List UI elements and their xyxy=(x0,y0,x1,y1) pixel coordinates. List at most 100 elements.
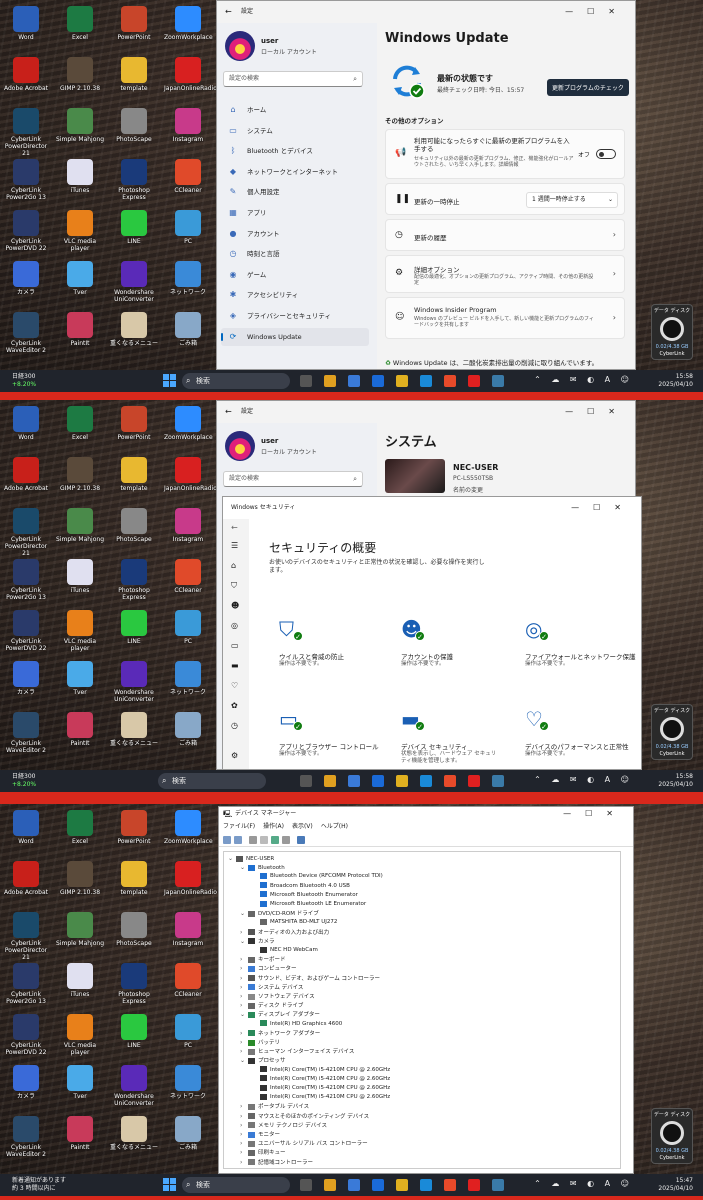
taskbar-app-icon[interactable] xyxy=(348,375,360,387)
expand-chevron-icon[interactable]: › xyxy=(240,1102,248,1111)
tree-node[interactable]: › ディスク ドライブ xyxy=(240,1001,303,1010)
desktop-icon[interactable]: VLC media player xyxy=(56,1012,104,1062)
tree-node[interactable]: ⌄ DVD/CD-ROM ドライブ xyxy=(240,909,319,918)
window-controls[interactable]: —☐✕ xyxy=(563,807,627,821)
tree-node[interactable]: › ソフトウェア デバイス xyxy=(240,992,315,1001)
expand-chevron-icon[interactable]: › xyxy=(240,974,248,983)
expand-chevron-icon[interactable]: ⌄ xyxy=(228,854,236,863)
tree-node[interactable]: MATSHITA BD-MLT UJ272 xyxy=(252,918,337,927)
scan-icon[interactable] xyxy=(297,836,305,844)
taskbar-search[interactable]: ⌕ 検索 xyxy=(182,1177,290,1193)
taskbar-app-icon[interactable] xyxy=(420,375,432,387)
taskbar-app-icon[interactable] xyxy=(372,375,384,387)
tree-node[interactable]: ⌄ カメラ xyxy=(240,937,275,946)
desktop-icon[interactable]: Word xyxy=(2,808,50,858)
sidebar-item[interactable]: ◷ 時刻と言語 xyxy=(221,245,369,263)
desktop-icon[interactable]: PaintIt xyxy=(56,710,104,760)
taskbar-app-icon[interactable] xyxy=(300,775,312,787)
desktop-icon[interactable]: Simple Mahjong xyxy=(56,910,104,960)
tree-node[interactable]: Intel(R) Core(TM) i5-4210M CPU @ 2.60GHz xyxy=(252,1075,390,1084)
desktop-icon[interactable]: PC xyxy=(164,608,212,658)
tree-node[interactable]: › 記憶域コントローラー xyxy=(240,1158,313,1167)
desktop-icon[interactable]: PhotoScape xyxy=(110,910,158,960)
desktop-icon[interactable]: GIMP 2.10.38 xyxy=(56,859,104,909)
taskbar-app-icon[interactable] xyxy=(324,775,336,787)
menu-item[interactable]: ファイル(F) xyxy=(223,823,255,830)
desktop-icon[interactable]: ネットワーク xyxy=(164,1063,212,1113)
desktop-icon[interactable]: 重くなるメニュー xyxy=(110,1114,158,1164)
desktop-icon[interactable]: iTunes xyxy=(56,557,104,607)
taskbar-app-icon[interactable] xyxy=(444,1179,456,1191)
expand-chevron-icon[interactable]: › xyxy=(240,992,248,1001)
desktop-icon[interactable]: Photoshop Express xyxy=(110,157,158,207)
tile-title[interactable]: デバイスのパフォーマンスと正常性 xyxy=(525,741,629,751)
desktop-icon[interactable]: template xyxy=(110,455,158,505)
settings-search-input[interactable]: 設定の検索 ⌕ xyxy=(223,71,363,87)
window-controls[interactable]: —☐✕ xyxy=(565,401,629,423)
desktop-icon[interactable]: Wondershare UniConverter xyxy=(110,259,158,309)
laptop-icon[interactable]: ▬ xyxy=(231,661,239,670)
desktop-icon[interactable]: Photoshop Express xyxy=(110,557,158,607)
expand-chevron-icon[interactable]: ⌄ xyxy=(240,1010,248,1019)
desktop-icon[interactable]: ZoomWorkplace xyxy=(164,808,213,858)
sidebar-item[interactable]: ● アカウント xyxy=(221,225,369,243)
expand-chevron-icon[interactable]: › xyxy=(240,1158,248,1167)
back-arrow-icon[interactable]: ← xyxy=(225,1,232,23)
desktop-icon[interactable]: CyberLink PowerDirector 21 xyxy=(2,910,50,961)
desktop-icon[interactable]: template xyxy=(110,859,158,909)
desktop-icon[interactable]: Simple Mahjong xyxy=(56,106,104,156)
desktop-icon[interactable]: PC xyxy=(164,208,212,258)
taskbar-app-icon[interactable] xyxy=(372,775,384,787)
family-icon[interactable]: ✿ xyxy=(231,701,238,710)
desktop-icon[interactable]: CyberLink PowerDirector 21 xyxy=(2,106,50,157)
desktop-icon[interactable]: Word xyxy=(2,404,50,454)
tree-node[interactable]: Intel(R) HD Graphics 4600 xyxy=(252,1020,342,1029)
desktop-icon[interactable]: PhotoScape xyxy=(110,506,158,556)
clock[interactable]: 15:47 2025/04/10 xyxy=(658,1177,693,1193)
sidebar-item[interactable]: ◆ ネットワークとインターネット xyxy=(221,163,369,181)
taskbar-search[interactable]: ⌕ 検索 xyxy=(182,373,290,389)
menu-item[interactable]: 操作(A) xyxy=(263,823,284,830)
desktop-icon[interactable]: Instagram xyxy=(164,506,212,556)
person-icon[interactable]: ☻ xyxy=(231,601,239,610)
rename-link[interactable]: 名前の変更 xyxy=(453,485,483,494)
tile-title[interactable]: ファイアウォールとネットワーク保護 xyxy=(525,651,636,661)
desktop-icon[interactable]: GIMP 2.10.38 xyxy=(56,55,104,105)
back-arrow-icon[interactable]: ← xyxy=(231,523,238,532)
desktop-icon[interactable]: Instagram xyxy=(164,106,212,156)
expand-chevron-icon[interactable]: › xyxy=(240,1038,248,1047)
taskbar-app-icon[interactable] xyxy=(444,375,456,387)
history-icon[interactable]: ◷ xyxy=(231,721,238,730)
taskbar-app-icon[interactable] xyxy=(300,1179,312,1191)
start-button[interactable] xyxy=(163,374,176,387)
system-tray[interactable]: ⌃ ☁ ✉ ◐ A ☺ xyxy=(534,375,633,384)
expand-chevron-icon[interactable]: ⌄ xyxy=(240,863,248,872)
notification-widget[interactable]: 新着通知があります約 3 時間以内に xyxy=(12,1177,66,1193)
sidebar-item[interactable]: ◈ プライバシーとセキュリティ xyxy=(221,307,369,325)
taskbar-app-icon[interactable] xyxy=(300,375,312,387)
taskbar-app-icon[interactable] xyxy=(420,1179,432,1191)
desktop-icon[interactable]: ごみ箱 xyxy=(164,1114,212,1164)
expand-chevron-icon[interactable]: ⌄ xyxy=(240,937,248,946)
window-controls[interactable]: —☐✕ xyxy=(565,1,629,23)
desktop-icon[interactable]: Adobe Acrobat xyxy=(2,55,50,105)
view-icon[interactable] xyxy=(260,836,268,844)
system-tray[interactable]: ⌃ ☁ ✉ ◐ A ☺ xyxy=(534,1179,633,1188)
tree-node[interactable]: › コンピューター xyxy=(240,964,297,973)
desktop-icon[interactable]: ごみ箱 xyxy=(164,310,212,360)
desktop-icon[interactable]: ネットワーク xyxy=(164,659,212,709)
desktop-icon[interactable]: VLC media player xyxy=(56,208,104,258)
desktop-icon[interactable]: CyberLink WaveEditor 2 xyxy=(2,310,50,360)
desktop-icon[interactable]: Adobe Acrobat xyxy=(2,859,50,909)
tree-node[interactable]: › キーボード xyxy=(240,955,286,964)
update-history-card[interactable]: ◷ 更新の履歴 › xyxy=(385,219,625,251)
desktop-icon[interactable]: LINE xyxy=(110,608,158,658)
desktop-icon[interactable]: CCleaner xyxy=(164,961,212,1011)
forward-icon[interactable] xyxy=(234,836,242,844)
sidebar-item[interactable]: ⌂ ホーム xyxy=(221,101,369,119)
taskbar-app-icon[interactable] xyxy=(348,775,360,787)
tree-node[interactable]: Bluetooth Device (RFCOMM Protocol TDI) xyxy=(252,872,383,881)
desktop-icon[interactable]: iTunes xyxy=(56,961,104,1011)
desktop-icon[interactable]: カメラ xyxy=(2,1063,50,1113)
desktop-icon[interactable]: Adobe Acrobat xyxy=(2,455,50,505)
